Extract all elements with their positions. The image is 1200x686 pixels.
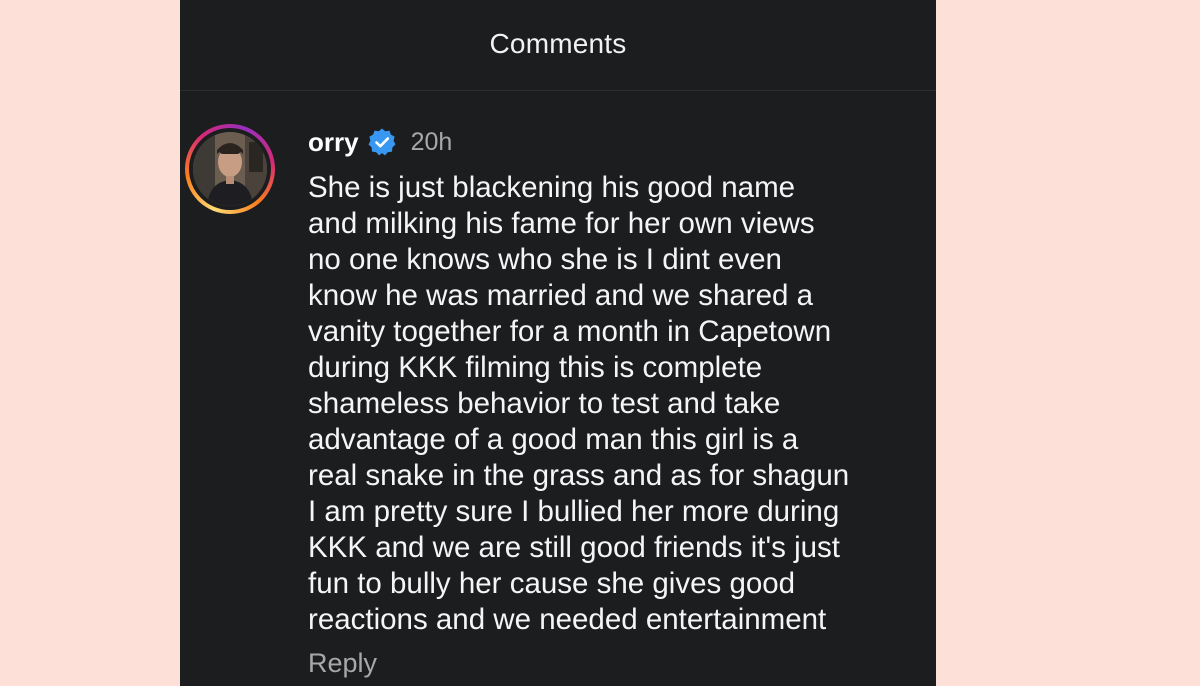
comment-meta: orry 20h	[308, 122, 928, 162]
page-title: Comments	[489, 28, 627, 59]
verified-badge-icon	[367, 127, 397, 157]
avatar-story-ring[interactable]	[185, 124, 275, 214]
comment-text: She is just blackening his good name and…	[308, 171, 850, 636]
comments-panel: Comments orry 20h She is just blackening…	[180, 0, 936, 686]
username[interactable]: orry	[308, 127, 359, 158]
avatar-ring-gap	[189, 128, 271, 210]
avatar[interactable]	[193, 132, 267, 206]
avatar-photo	[193, 132, 267, 206]
comments-header: Comments	[180, 0, 936, 91]
comment-item: orry 20h She is just blackening his good…	[308, 122, 928, 679]
comment-timestamp: 20h	[410, 127, 453, 156]
reply-button[interactable]: Reply	[308, 648, 928, 679]
